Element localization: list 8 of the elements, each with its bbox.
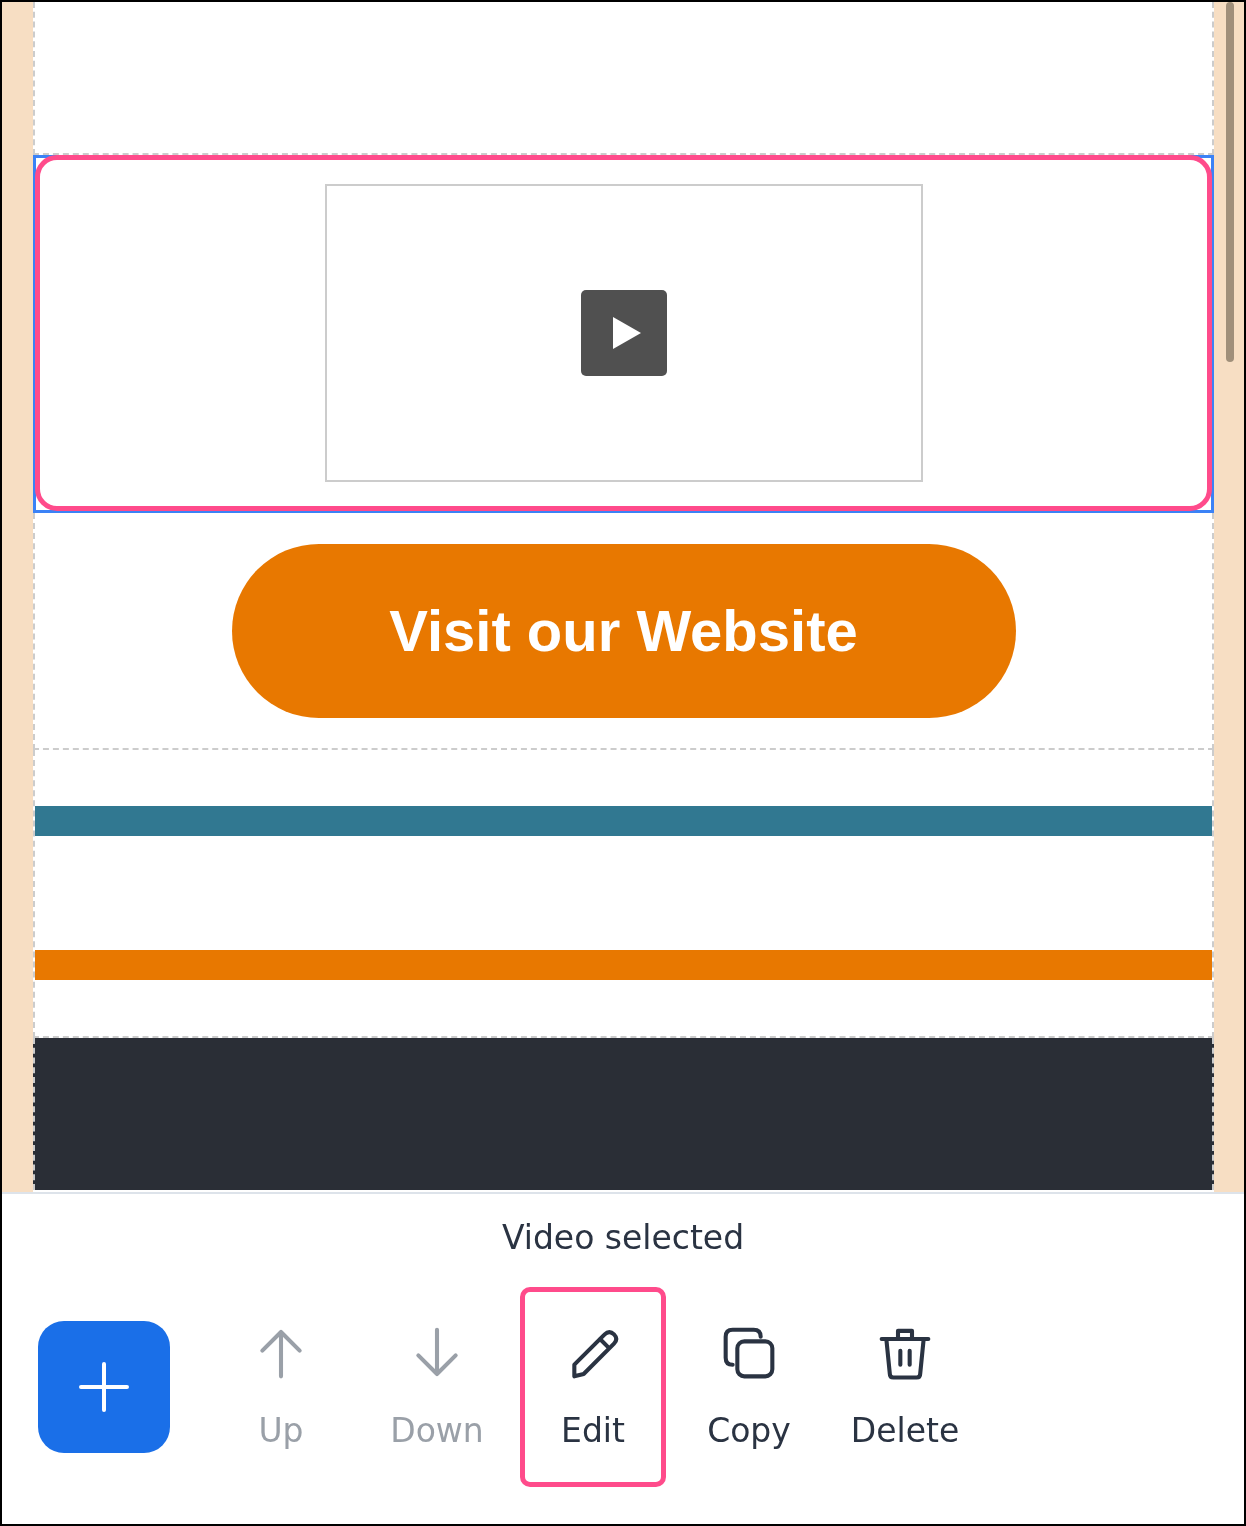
selection-status: Video selected [501, 1218, 745, 1257]
plus-icon [79, 1362, 129, 1412]
copy-button[interactable]: Copy [676, 1287, 822, 1487]
delete-button[interactable]: Delete [832, 1287, 978, 1487]
play-icon[interactable] [580, 290, 667, 376]
edit-button[interactable]: Edit [520, 1287, 666, 1487]
add-button[interactable] [38, 1321, 170, 1453]
scrollbar[interactable] [1226, 2, 1234, 362]
